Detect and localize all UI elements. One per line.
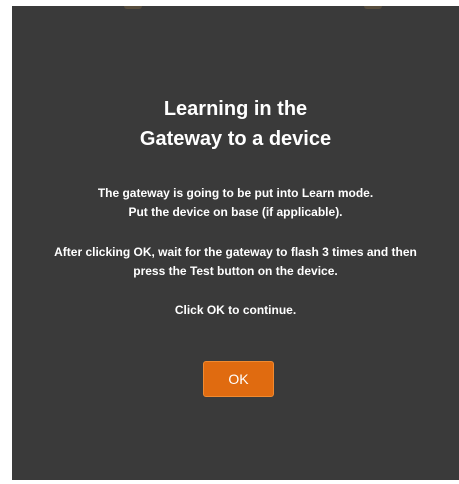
dialog-title: Learning in the Gateway to a device: [12, 94, 459, 154]
continue-message-text: Click OK to continue.: [174, 303, 297, 317]
learn-dialog: Learning in the Gateway to a device The …: [12, 6, 459, 480]
learn-mode-message: The gateway is going to be put into Lear…: [12, 184, 459, 222]
continue-message: Click OK to continue.: [12, 301, 459, 320]
instructions-message: After clicking OK, wait for the gateway …: [12, 243, 459, 281]
top-accent-left: [124, 6, 142, 9]
dialog-title-line1: Learning in the: [163, 98, 308, 120]
instructions-message-line1: After clicking OK, wait for the gateway …: [54, 245, 417, 259]
dialog-title-line2: Gateway to a device: [139, 128, 332, 150]
learn-mode-message-line2: Put the device on base (if applicable).: [128, 205, 343, 219]
learn-mode-message-line1: The gateway is going to be put into Lear…: [97, 186, 374, 200]
top-accent-right: [364, 6, 382, 9]
instructions-message-line2: press the Test button on the device.: [133, 264, 338, 278]
ok-button[interactable]: OK: [203, 361, 274, 397]
